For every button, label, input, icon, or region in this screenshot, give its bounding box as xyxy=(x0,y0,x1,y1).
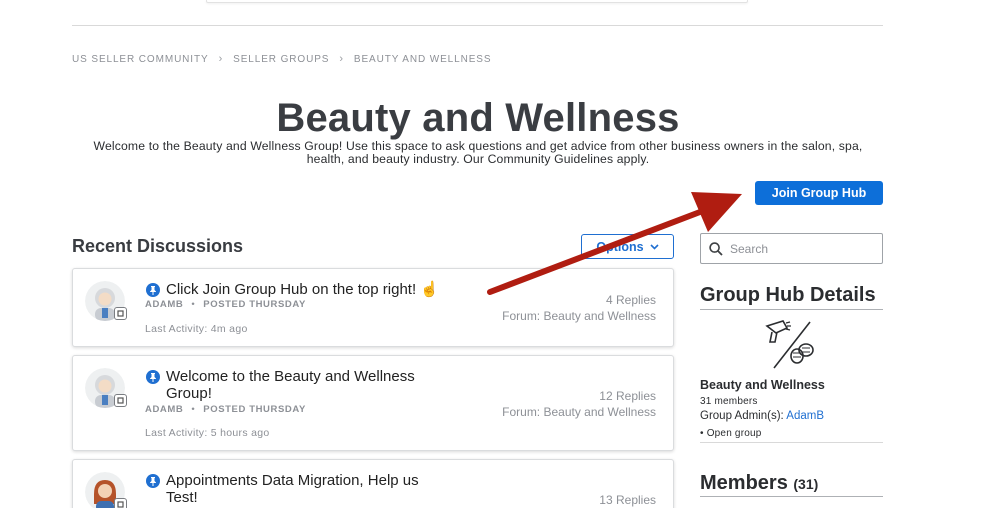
pin-icon xyxy=(146,283,160,297)
reply-count: 4 Replies xyxy=(605,293,656,307)
beauty-tools-icon xyxy=(765,320,814,369)
post-title[interactable]: Click Join Group Hub on the top right! ☝… xyxy=(166,281,456,298)
search-icon xyxy=(709,241,723,256)
breadcrumb-us-seller-community[interactable]: US SELLER COMMUNITY xyxy=(72,54,209,65)
breadcrumb-seller-groups[interactable]: SELLER GROUPS xyxy=(233,54,329,65)
breadcrumb-separator: › xyxy=(339,53,344,65)
group-hub-details-title: Group Hub Details xyxy=(700,284,876,306)
post-meta: ADAMB • POSTED THURSDAY xyxy=(145,404,306,415)
reply-count: 13 Replies xyxy=(599,493,656,507)
group-name: Beauty and Wellness xyxy=(700,378,825,392)
post-last-activity: Last Activity: 5 hours ago xyxy=(145,427,270,439)
search-input[interactable] xyxy=(730,241,870,256)
join-group-hub-button[interactable]: Join Group Hub xyxy=(755,181,883,205)
forum-link[interactable]: Forum: Beauty and Wellness xyxy=(502,309,656,323)
user-badge-icon xyxy=(114,498,127,508)
post-author[interactable]: ADAMB xyxy=(145,299,183,310)
breadcrumb: US SELLER COMMUNITY › SELLER GROUPS › BE… xyxy=(72,53,491,65)
post-author[interactable]: ADAMB xyxy=(145,404,183,415)
post-date: POSTED THURSDAY xyxy=(203,404,306,415)
members-count: (31) xyxy=(793,476,819,492)
post-title[interactable]: Welcome to the Beauty and Wellness Group… xyxy=(166,368,436,402)
members-label: Members xyxy=(700,472,788,494)
members-title: Members (31) xyxy=(700,472,818,495)
search-box[interactable] xyxy=(700,233,883,264)
divider xyxy=(700,309,883,310)
divider xyxy=(700,442,883,443)
discussion-card[interactable]: Welcome to the Beauty and Wellness Group… xyxy=(72,355,674,451)
group-type: • Open group xyxy=(700,428,762,439)
pin-icon xyxy=(146,370,160,384)
forum-link[interactable]: Forum: Beauty and Wellness xyxy=(502,405,656,419)
header-divider xyxy=(72,25,883,26)
options-button[interactable]: Options xyxy=(581,234,674,259)
post-date: POSTED THURSDAY xyxy=(203,299,306,310)
group-admins: Group Admin(s): AdamB xyxy=(700,410,824,422)
post-meta: ADAMB • POSTED THURSDAY xyxy=(145,299,306,310)
post-last-activity: Last Activity: 4m ago xyxy=(145,323,248,335)
group-admin-link[interactable]: AdamB xyxy=(786,410,824,422)
post-title[interactable]: Appointments Data Migration, Help us Tes… xyxy=(166,472,436,506)
recent-discussions-title: Recent Discussions xyxy=(72,236,244,256)
page-title: Beauty and Wellness xyxy=(276,96,680,140)
user-badge-icon xyxy=(114,394,127,407)
breadcrumb-beauty-and-wellness[interactable]: BEAUTY AND WELLNESS xyxy=(354,54,492,65)
user-badge-icon xyxy=(114,307,127,320)
breadcrumb-separator: › xyxy=(218,53,224,65)
page-description: Welcome to the Beauty and Wellness Group… xyxy=(93,139,863,166)
bullet-icon: • xyxy=(700,428,704,439)
divider xyxy=(700,496,883,497)
reply-count: 12 Replies xyxy=(599,389,656,403)
chevron-down-icon xyxy=(650,243,659,250)
group-member-count: 31 members xyxy=(700,396,758,407)
options-label: Options xyxy=(596,239,644,254)
group-type-label: Open group xyxy=(706,428,762,439)
group-admin-label: Group Admin(s): xyxy=(700,410,784,422)
discussion-card[interactable]: Click Join Group Hub on the top right! ☝… xyxy=(72,268,674,347)
discussion-card[interactable]: Appointments Data Migration, Help us Tes… xyxy=(72,459,674,508)
top-search-box-edge xyxy=(206,0,748,3)
pin-icon xyxy=(146,474,160,488)
